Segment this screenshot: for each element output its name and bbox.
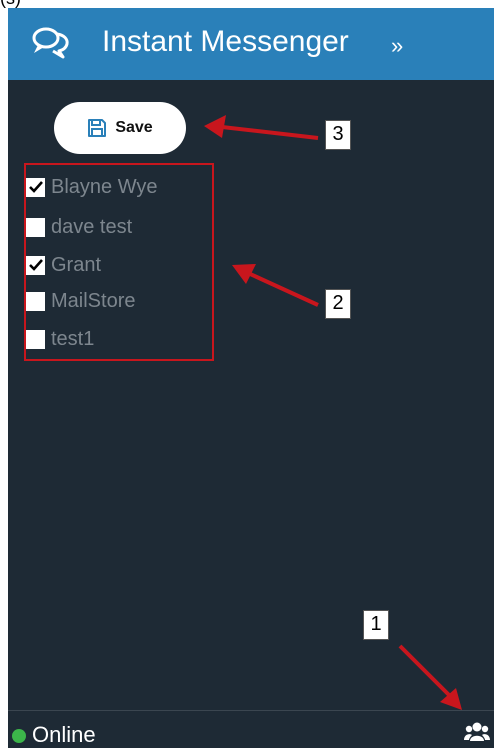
header-bar: Instant Messenger » <box>8 8 494 80</box>
contact-label: Blayne Wye <box>51 176 158 198</box>
annotation-marker-2: 2 <box>325 289 351 319</box>
status-text[interactable]: Online <box>32 721 96 749</box>
annotation-marker-3: 3 <box>325 120 351 150</box>
online-status-dot <box>12 729 26 743</box>
contact-item[interactable]: Blayne Wye <box>26 172 158 202</box>
contact-item[interactable]: MailStore <box>26 286 135 316</box>
save-button[interactable]: Save <box>54 102 186 154</box>
contact-item[interactable]: Grant <box>26 250 101 280</box>
save-button-label: Save <box>115 119 153 136</box>
contact-checkbox[interactable] <box>26 329 45 349</box>
contact-checkbox[interactable] <box>26 217 45 237</box>
annotation-marker-1: 1 <box>363 610 389 640</box>
contact-checkbox[interactable] <box>26 255 45 275</box>
messenger-panel: Instant Messenger » Save Blayne Wye dave… <box>8 8 494 748</box>
chat-bubbles-icon[interactable] <box>30 24 70 60</box>
floppy-disk-icon <box>88 119 107 137</box>
contact-checkbox[interactable] <box>26 291 45 311</box>
contact-label: Grant <box>51 254 102 276</box>
status-bar: Online <box>8 710 494 748</box>
cropped-caption-fragment: (s) <box>0 0 21 8</box>
expand-chevron-icon[interactable]: » <box>391 32 403 60</box>
contact-checkbox[interactable] <box>26 177 45 197</box>
checkmark-icon <box>28 181 43 193</box>
checkmark-icon <box>28 259 43 271</box>
contact-item[interactable]: test1 <box>26 324 94 354</box>
contact-label: MailStore <box>51 290 136 312</box>
contact-item[interactable]: dave test <box>26 212 132 242</box>
contact-label: dave test <box>51 216 133 238</box>
app-title: Instant Messenger <box>102 25 349 58</box>
contact-label: test1 <box>51 328 95 350</box>
users-icon[interactable] <box>464 721 490 743</box>
